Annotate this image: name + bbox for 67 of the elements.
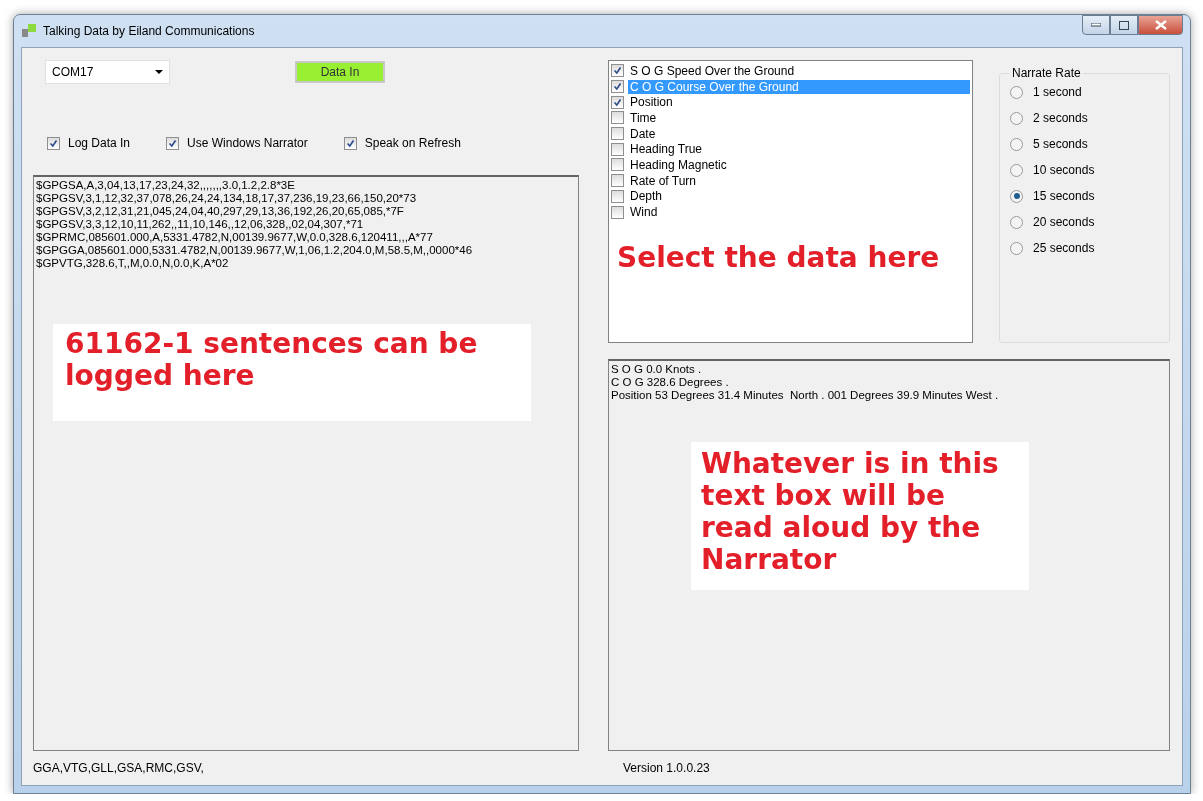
checkbox[interactable] (611, 189, 624, 203)
annotation-text: 61162-1 sentences can be logged here (53, 324, 531, 421)
sentence-list-label: GGA,VTG,GLL,GSA,RMC,GSV, (33, 761, 205, 775)
annotation-text: Select the data here (616, 239, 941, 276)
radio-button[interactable] (1010, 163, 1023, 177)
log-line: $GPGSV,3,1,12,32,37,078,26,24,24,134,18,17,37,236,19,23,66,150,20*73 (36, 192, 418, 205)
log-line: $GPRMC,085601.000,A,5331.4782,N,00139.9677,W,0.0,328.6,120411,,,A*77 (36, 231, 434, 244)
log-line: $GPGGA,085601.000,5331.4782,N,00139.9677,W,1,06,1.2,204.0,M,58.5,M,,0000*46 (36, 244, 474, 257)
window-title: Talking Data by Eiland Communications (43, 24, 255, 38)
checkbox[interactable] (611, 205, 624, 219)
radio-button[interactable] (1010, 241, 1023, 255)
checkbox[interactable] (611, 64, 624, 78)
port-dropdown[interactable]: COM17 (45, 60, 170, 84)
minimize-button[interactable] (1082, 15, 1110, 35)
minimize-icon (1091, 23, 1101, 27)
list-item[interactable]: Date (628, 126, 970, 141)
checkbox[interactable] (611, 142, 624, 156)
data-checklist[interactable]: S O G Speed Over the Ground C O G Course Over the Ground Position Time Date Heading True Heading Magnetic Rate of Turn Depth Wind Select the data here (608, 60, 973, 343)
checkbox[interactable] (343, 136, 357, 150)
close-icon (1154, 20, 1167, 30)
radio-button[interactable] (1010, 189, 1023, 203)
maximize-icon (1119, 20, 1129, 30)
rate-radio[interactable]: 15 seconds (1010, 188, 1159, 204)
checkbox[interactable] (611, 80, 624, 94)
log-line: $GPGSV,3,3,12,10,11,262,,11,10,146,,12,06,328,,02,04,307,*71 (36, 218, 365, 231)
radio-button[interactable] (1010, 215, 1023, 229)
rate-radio[interactable]: 1 second (1010, 84, 1159, 100)
radio-button[interactable] (1010, 85, 1023, 99)
rate-radio[interactable]: 10 seconds (1010, 162, 1159, 178)
checkbox[interactable] (47, 136, 60, 150)
log-line: $GPVTG,328.6,T,,M,0.0,N,0.0,K,A*02 (36, 257, 230, 270)
log-line: $GPGSV,3,2,12,31,21,045,24,04,40,297,29,13,36,192,26,20,65,085,*7F (36, 205, 405, 218)
option-checkbox[interactable]: Speak on Refresh (343, 136, 461, 150)
data-in-button[interactable]: Data In (295, 61, 385, 83)
list-item[interactable]: Depth (628, 189, 970, 204)
narration-line: Position 53 Degrees 31.4 Minutes North . 001 Degrees 39.9 Minutes West . (611, 389, 1000, 402)
list-item[interactable]: Position (628, 95, 970, 110)
app-icon (21, 23, 37, 39)
rate-radio[interactable]: 20 seconds (1010, 214, 1159, 230)
log-line: $GPGSA,A,3,04,13,17,23,24,32,,,,,,,3.0,1.2,2.8*3E (36, 179, 296, 192)
list-item[interactable]: Rate of Turn (628, 173, 970, 188)
option-checkbox[interactable]: Use Windows Narrator (166, 136, 308, 150)
rate-radio[interactable]: 5 seconds (1010, 136, 1159, 152)
maximize-button[interactable] (1110, 15, 1138, 35)
list-item[interactable]: Wind (628, 205, 970, 220)
close-button[interactable] (1138, 15, 1183, 35)
checkbox[interactable] (611, 158, 624, 172)
checkbox[interactable] (611, 127, 624, 141)
list-item[interactable]: Heading True (628, 142, 970, 157)
option-checkbox[interactable]: Log Data In (47, 136, 131, 150)
checkbox[interactable] (611, 111, 624, 125)
annotation-text: Whatever is in this text box will be read aloud by the Narrator (691, 442, 1029, 590)
checkbox[interactable] (611, 95, 624, 109)
checkbox[interactable] (166, 136, 180, 150)
list-item[interactable]: Heading Magnetic (628, 157, 970, 172)
version-label: Version 1.0.0.23 (623, 761, 710, 775)
rate-radio[interactable]: 25 seconds (1010, 240, 1159, 256)
group-title: Narrate Rate (1011, 66, 1082, 80)
narration-line: C O G 328.6 Degrees . (611, 376, 730, 389)
narration-line: S O G 0.0 Knots . (611, 363, 703, 376)
checkbox[interactable] (611, 174, 624, 188)
list-item[interactable]: S O G Speed Over the Ground (628, 63, 970, 78)
caret-icon (155, 70, 163, 74)
radio-button[interactable] (1010, 111, 1023, 125)
list-item[interactable]: Time (628, 110, 970, 125)
rate-radio[interactable]: 2 seconds (1010, 110, 1159, 126)
radio-button[interactable] (1010, 137, 1023, 151)
